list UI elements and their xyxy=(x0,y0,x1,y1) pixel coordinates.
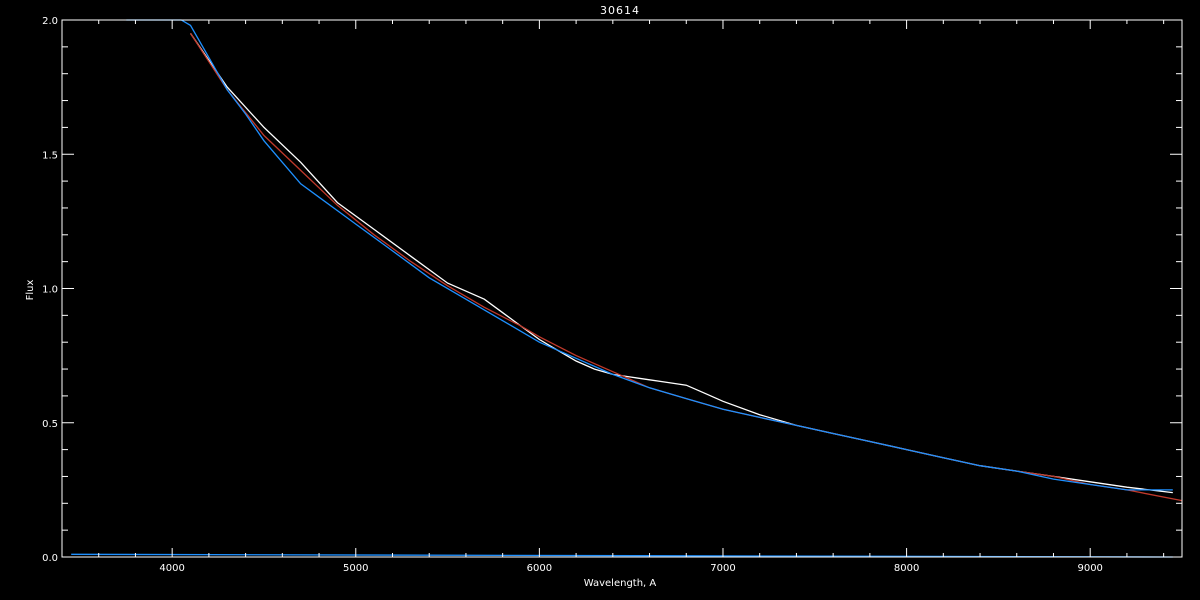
x-axis-ticks: 4000 5000 6000 7000 8000 9000 xyxy=(61,20,1165,574)
x-axis-label: Wavelength, A xyxy=(584,578,657,589)
x-tick-label: 5000 xyxy=(343,563,368,574)
x-tick-label: 7000 xyxy=(710,563,735,574)
x-tick-label: 4000 xyxy=(159,563,184,574)
series-layer xyxy=(71,19,1183,558)
y-axis-ticks: 0.0 0.5 1.0 1.5 2.0 xyxy=(42,16,1182,564)
spectrum-chart: 30614 4000 5000 6000 7000 8000 9000 0.0 0.5 1.0… xyxy=(25,4,1183,589)
y-tick-label: 1.0 xyxy=(42,285,58,296)
y-tick-label: 0.0 xyxy=(42,553,58,564)
y-tick-label: 2.0 xyxy=(42,16,58,27)
series-line-3 xyxy=(126,19,1173,491)
y-tick-label: 1.5 xyxy=(42,150,58,161)
plot-frame xyxy=(61,19,1183,558)
y-axis-label: Flux xyxy=(25,280,36,301)
y-tick-label: 0.5 xyxy=(42,419,58,430)
x-tick-label: 8000 xyxy=(894,563,919,574)
x-tick-label: 9000 xyxy=(1077,563,1102,574)
chart-title: 30614 xyxy=(600,4,640,17)
series-line-2 xyxy=(189,33,1183,502)
x-tick-label: 6000 xyxy=(527,563,552,574)
series-line-1 xyxy=(189,33,1173,494)
